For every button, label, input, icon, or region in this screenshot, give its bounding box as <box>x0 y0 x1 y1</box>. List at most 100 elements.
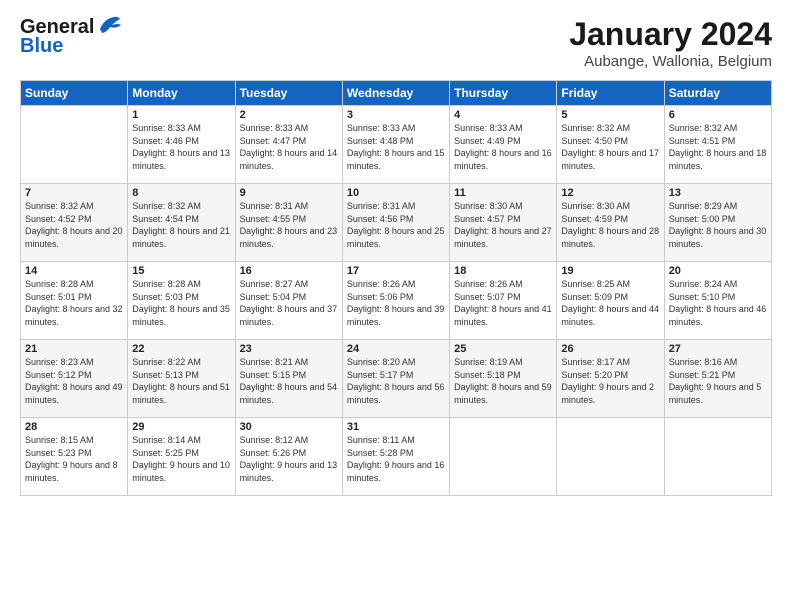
calendar-cell: 18Sunrise: 8:26 AMSunset: 5:07 PMDayligh… <box>450 262 557 340</box>
calendar-cell: 17Sunrise: 8:26 AMSunset: 5:06 PMDayligh… <box>342 262 449 340</box>
day-number: 1 <box>132 109 230 121</box>
calendar-cell: 9Sunrise: 8:31 AMSunset: 4:55 PMDaylight… <box>235 184 342 262</box>
day-number: 12 <box>561 187 659 199</box>
day-number: 3 <box>347 109 445 121</box>
logo: General Blue <box>20 16 122 58</box>
day-number: 28 <box>25 421 123 433</box>
day-info: Sunrise: 8:28 AMSunset: 5:03 PMDaylight:… <box>132 278 230 328</box>
day-info: Sunrise: 8:27 AMSunset: 5:04 PMDaylight:… <box>240 278 338 328</box>
day-number: 11 <box>454 187 552 199</box>
day-info: Sunrise: 8:32 AMSunset: 4:52 PMDaylight:… <box>25 200 123 250</box>
calendar-cell: 11Sunrise: 8:30 AMSunset: 4:57 PMDayligh… <box>450 184 557 262</box>
day-info: Sunrise: 8:17 AMSunset: 5:20 PMDaylight:… <box>561 356 659 406</box>
location-subtitle: Aubange, Wallonia, Belgium <box>569 53 772 70</box>
day-info: Sunrise: 8:23 AMSunset: 5:12 PMDaylight:… <box>25 356 123 406</box>
calendar-cell: 8Sunrise: 8:32 AMSunset: 4:54 PMDaylight… <box>128 184 235 262</box>
logo-bird-icon <box>96 15 122 37</box>
calendar-cell: 5Sunrise: 8:32 AMSunset: 4:50 PMDaylight… <box>557 106 664 184</box>
day-info: Sunrise: 8:31 AMSunset: 4:56 PMDaylight:… <box>347 200 445 250</box>
day-number: 2 <box>240 109 338 121</box>
day-number: 31 <box>347 421 445 433</box>
calendar-cell: 12Sunrise: 8:30 AMSunset: 4:59 PMDayligh… <box>557 184 664 262</box>
calendar-cell: 15Sunrise: 8:28 AMSunset: 5:03 PMDayligh… <box>128 262 235 340</box>
calendar-cell: 13Sunrise: 8:29 AMSunset: 5:00 PMDayligh… <box>664 184 771 262</box>
calendar-cell: 3Sunrise: 8:33 AMSunset: 4:48 PMDaylight… <box>342 106 449 184</box>
day-number: 4 <box>454 109 552 121</box>
day-info: Sunrise: 8:32 AMSunset: 4:54 PMDaylight:… <box>132 200 230 250</box>
calendar-cell: 4Sunrise: 8:33 AMSunset: 4:49 PMDaylight… <box>450 106 557 184</box>
header-sunday: Sunday <box>21 81 128 106</box>
header-friday: Friday <box>557 81 664 106</box>
calendar-cell: 30Sunrise: 8:12 AMSunset: 5:26 PMDayligh… <box>235 418 342 496</box>
calendar-week-3: 14Sunrise: 8:28 AMSunset: 5:01 PMDayligh… <box>21 262 772 340</box>
day-info: Sunrise: 8:15 AMSunset: 5:23 PMDaylight:… <box>25 434 123 484</box>
calendar-week-4: 21Sunrise: 8:23 AMSunset: 5:12 PMDayligh… <box>21 340 772 418</box>
header-thursday: Thursday <box>450 81 557 106</box>
day-info: Sunrise: 8:25 AMSunset: 5:09 PMDaylight:… <box>561 278 659 328</box>
day-number: 6 <box>669 109 767 121</box>
header-saturday: Saturday <box>664 81 771 106</box>
day-number: 18 <box>454 265 552 277</box>
day-info: Sunrise: 8:33 AMSunset: 4:48 PMDaylight:… <box>347 122 445 172</box>
day-info: Sunrise: 8:32 AMSunset: 4:51 PMDaylight:… <box>669 122 767 172</box>
calendar-week-1: 1Sunrise: 8:33 AMSunset: 4:46 PMDaylight… <box>21 106 772 184</box>
month-title: January 2024 <box>569 16 772 53</box>
calendar-cell <box>21 106 128 184</box>
day-info: Sunrise: 8:33 AMSunset: 4:49 PMDaylight:… <box>454 122 552 172</box>
day-info: Sunrise: 8:28 AMSunset: 5:01 PMDaylight:… <box>25 278 123 328</box>
day-number: 17 <box>347 265 445 277</box>
calendar-cell: 14Sunrise: 8:28 AMSunset: 5:01 PMDayligh… <box>21 262 128 340</box>
day-info: Sunrise: 8:33 AMSunset: 4:47 PMDaylight:… <box>240 122 338 172</box>
day-info: Sunrise: 8:14 AMSunset: 5:25 PMDaylight:… <box>132 434 230 484</box>
title-block: January 2024 Aubange, Wallonia, Belgium <box>569 16 772 70</box>
calendar-cell: 22Sunrise: 8:22 AMSunset: 5:13 PMDayligh… <box>128 340 235 418</box>
day-number: 21 <box>25 343 123 355</box>
day-info: Sunrise: 8:30 AMSunset: 4:57 PMDaylight:… <box>454 200 552 250</box>
calendar-cell <box>557 418 664 496</box>
day-number: 16 <box>240 265 338 277</box>
day-info: Sunrise: 8:26 AMSunset: 5:06 PMDaylight:… <box>347 278 445 328</box>
header-monday: Monday <box>128 81 235 106</box>
calendar-cell: 20Sunrise: 8:24 AMSunset: 5:10 PMDayligh… <box>664 262 771 340</box>
calendar-week-2: 7Sunrise: 8:32 AMSunset: 4:52 PMDaylight… <box>21 184 772 262</box>
day-number: 26 <box>561 343 659 355</box>
day-info: Sunrise: 8:22 AMSunset: 5:13 PMDaylight:… <box>132 356 230 406</box>
calendar-cell: 7Sunrise: 8:32 AMSunset: 4:52 PMDaylight… <box>21 184 128 262</box>
calendar-cell: 1Sunrise: 8:33 AMSunset: 4:46 PMDaylight… <box>128 106 235 184</box>
day-info: Sunrise: 8:19 AMSunset: 5:18 PMDaylight:… <box>454 356 552 406</box>
day-info: Sunrise: 8:20 AMSunset: 5:17 PMDaylight:… <box>347 356 445 406</box>
day-number: 30 <box>240 421 338 433</box>
day-info: Sunrise: 8:33 AMSunset: 4:46 PMDaylight:… <box>132 122 230 172</box>
day-number: 29 <box>132 421 230 433</box>
header-wednesday: Wednesday <box>342 81 449 106</box>
day-info: Sunrise: 8:31 AMSunset: 4:55 PMDaylight:… <box>240 200 338 250</box>
day-info: Sunrise: 8:30 AMSunset: 4:59 PMDaylight:… <box>561 200 659 250</box>
calendar-cell <box>450 418 557 496</box>
day-number: 8 <box>132 187 230 199</box>
day-number: 13 <box>669 187 767 199</box>
day-number: 9 <box>240 187 338 199</box>
calendar-cell: 10Sunrise: 8:31 AMSunset: 4:56 PMDayligh… <box>342 184 449 262</box>
calendar-cell: 25Sunrise: 8:19 AMSunset: 5:18 PMDayligh… <box>450 340 557 418</box>
day-info: Sunrise: 8:16 AMSunset: 5:21 PMDaylight:… <box>669 356 767 406</box>
day-number: 5 <box>561 109 659 121</box>
day-info: Sunrise: 8:29 AMSunset: 5:00 PMDaylight:… <box>669 200 767 250</box>
calendar-cell: 23Sunrise: 8:21 AMSunset: 5:15 PMDayligh… <box>235 340 342 418</box>
calendar-week-5: 28Sunrise: 8:15 AMSunset: 5:23 PMDayligh… <box>21 418 772 496</box>
day-number: 23 <box>240 343 338 355</box>
day-info: Sunrise: 8:32 AMSunset: 4:50 PMDaylight:… <box>561 122 659 172</box>
header: General Blue January 2024 Aubange, Wallo… <box>20 16 772 70</box>
day-info: Sunrise: 8:26 AMSunset: 5:07 PMDaylight:… <box>454 278 552 328</box>
day-number: 25 <box>454 343 552 355</box>
day-number: 19 <box>561 265 659 277</box>
day-number: 14 <box>25 265 123 277</box>
day-number: 15 <box>132 265 230 277</box>
day-number: 27 <box>669 343 767 355</box>
calendar-cell: 29Sunrise: 8:14 AMSunset: 5:25 PMDayligh… <box>128 418 235 496</box>
day-info: Sunrise: 8:21 AMSunset: 5:15 PMDaylight:… <box>240 356 338 406</box>
day-number: 10 <box>347 187 445 199</box>
day-number: 22 <box>132 343 230 355</box>
day-info: Sunrise: 8:24 AMSunset: 5:10 PMDaylight:… <box>669 278 767 328</box>
calendar-cell: 2Sunrise: 8:33 AMSunset: 4:47 PMDaylight… <box>235 106 342 184</box>
calendar-cell: 16Sunrise: 8:27 AMSunset: 5:04 PMDayligh… <box>235 262 342 340</box>
